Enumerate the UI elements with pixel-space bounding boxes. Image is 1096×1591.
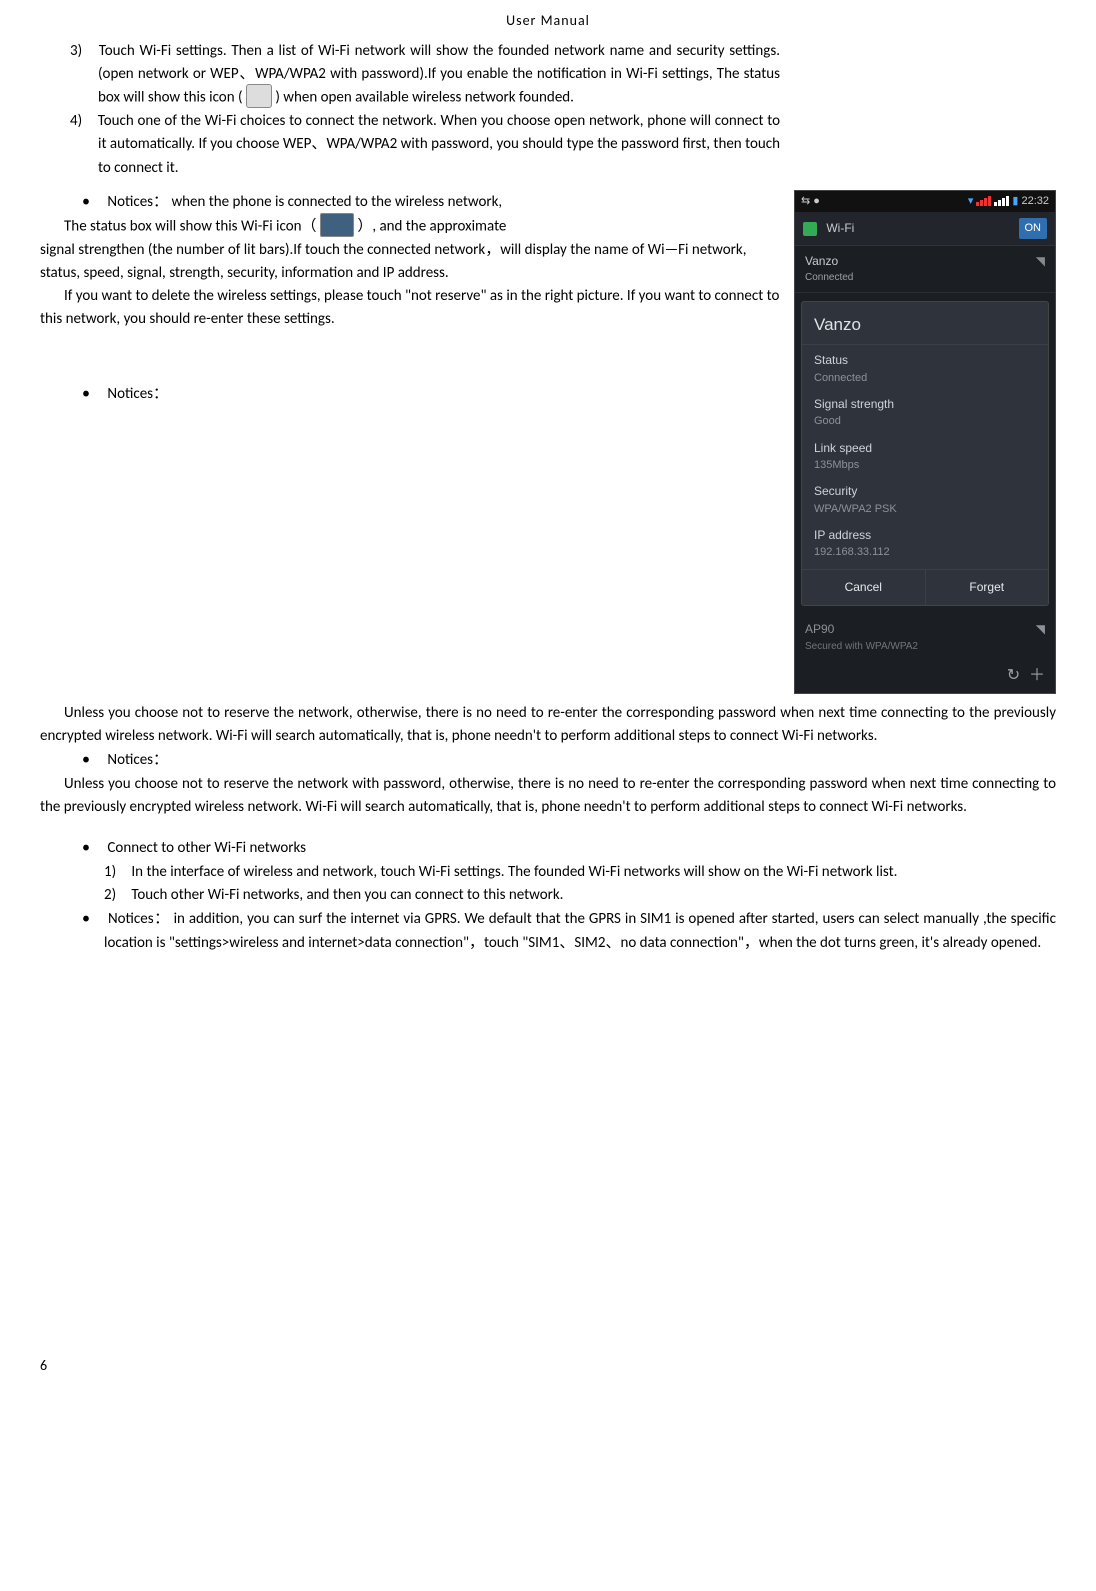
notices-text: in addition, you can surf the internet v…	[104, 910, 1056, 952]
popup-security-value: WPA/WPA2 PSK	[814, 501, 1036, 518]
popup-speed-value: 135Mbps	[814, 457, 1036, 474]
notices-label: Notices：	[107, 751, 168, 769]
wifi-signal-icon: ◥	[1036, 252, 1045, 286]
phone-screenshot: ⇆ ● ▾ ▮ 22:32 Wi-Fi ON Vanzo	[794, 190, 1056, 694]
para-text: Unless you choose not to reserve the net…	[40, 775, 1056, 816]
list-text: Touch one of the Wi-Fi choices to connec…	[98, 112, 780, 177]
popup-signal-value: Good	[814, 413, 1036, 430]
refresh-icon[interactable]: ↻	[1007, 664, 1020, 689]
wifi-network-row-ap90[interactable]: AP90 Secured with WPA/WPA2 ◥	[795, 614, 1055, 660]
wifi-detail-popup: Vanzo StatusConnected Signal strengthGoo…	[801, 301, 1049, 606]
popup-forget-button[interactable]: Forget	[926, 570, 1049, 605]
wifi-ssid-label: AP90	[805, 622, 834, 636]
status-time: 22:32	[1021, 193, 1049, 210]
popup-signal-label: Signal strength	[814, 395, 1036, 414]
connect-other-label: Connect to other Wi-Fi networks	[107, 839, 306, 857]
phone-status-bar: ⇆ ● ▾ ▮ 22:32	[795, 191, 1055, 212]
popup-status-value: Connected	[814, 370, 1036, 387]
wifi-available-icon	[246, 84, 272, 108]
popup-ip-label: IP address	[814, 526, 1036, 545]
notices-label: Notices：	[107, 385, 168, 403]
signal-bars-sim1-icon	[976, 196, 991, 206]
status-left-icons: ⇆ ●	[801, 193, 820, 210]
notices-label: Notices：	[107, 193, 168, 211]
para-text: The status box will show this Wi-Fi icon…	[64, 217, 317, 235]
wifi-header-label: Wi-Fi	[826, 221, 854, 235]
bullet-connect-other: Connect to other Wi-Fi networks	[78, 836, 1056, 861]
notices-label: Notices：	[108, 910, 170, 928]
paragraph-notices-2: Unless you choose not to reserve the net…	[40, 702, 1056, 749]
para-text: Unless you choose not to reserve the net…	[40, 704, 1056, 745]
wifi-ssid-security: Secured with WPA/WPA2	[805, 639, 918, 655]
wifi-ssid-status: Connected	[805, 270, 853, 286]
wifi-on-toggle[interactable]: ON	[1019, 218, 1048, 239]
sub-list-item-2: 2) Touch other Wi-Fi networks, and then …	[106, 884, 1056, 907]
bullet-notices-4: Notices： in addition, you can surf the i…	[78, 907, 1056, 955]
list-text: ) when open available wireless network f…	[275, 89, 574, 107]
popup-security-label: Security	[814, 482, 1036, 501]
popup-status-label: Status	[814, 351, 1036, 370]
list-number: 1)	[104, 861, 128, 884]
popup-speed-label: Link speed	[814, 439, 1036, 458]
list-text: In the interface of wireless and network…	[131, 863, 897, 881]
list-number: 2)	[104, 884, 128, 907]
wifi-settings-icon	[803, 222, 817, 236]
popup-title: Vanzo	[802, 302, 1048, 345]
list-text: Touch other Wi-Fi networks, and then you…	[131, 886, 563, 904]
wifi-connected-icon	[320, 213, 354, 237]
sub-list-item-1: 1) In the interface of wireless and netw…	[106, 861, 1056, 884]
add-network-icon[interactable]: ＋	[1029, 664, 1045, 689]
wifi-network-row[interactable]: Vanzo Connected ◥	[795, 246, 1055, 293]
bullet-notices-3: Notices：	[78, 748, 1056, 773]
wifi-status-icon: ▾	[968, 193, 974, 210]
list-number: 3)	[70, 40, 94, 63]
page-header: User Manual	[40, 10, 1056, 32]
page-number: 6	[40, 1355, 1056, 1377]
list-item-3: 3) Touch Wi-Fi settings. Then a list of …	[78, 40, 1056, 111]
paragraph-notices-3: Unless you choose not to reserve the net…	[40, 773, 1056, 820]
para-text: ）, and the approximate	[357, 217, 506, 235]
list-item-4: 4) Touch one of the Wi-Fi choices to con…	[78, 110, 1056, 180]
wifi-ssid-label: Vanzo	[805, 254, 838, 268]
popup-cancel-button[interactable]: Cancel	[802, 570, 926, 605]
wifi-signal-lock-icon: ◥	[1036, 620, 1045, 654]
list-number: 4)	[70, 110, 94, 133]
notices-text: when the phone is connected to the wirel…	[171, 193, 502, 211]
popup-ip-value: 192.168.33.112	[814, 544, 1036, 561]
signal-bars-sim2-icon	[994, 196, 1009, 206]
battery-icon: ▮	[1012, 193, 1018, 210]
